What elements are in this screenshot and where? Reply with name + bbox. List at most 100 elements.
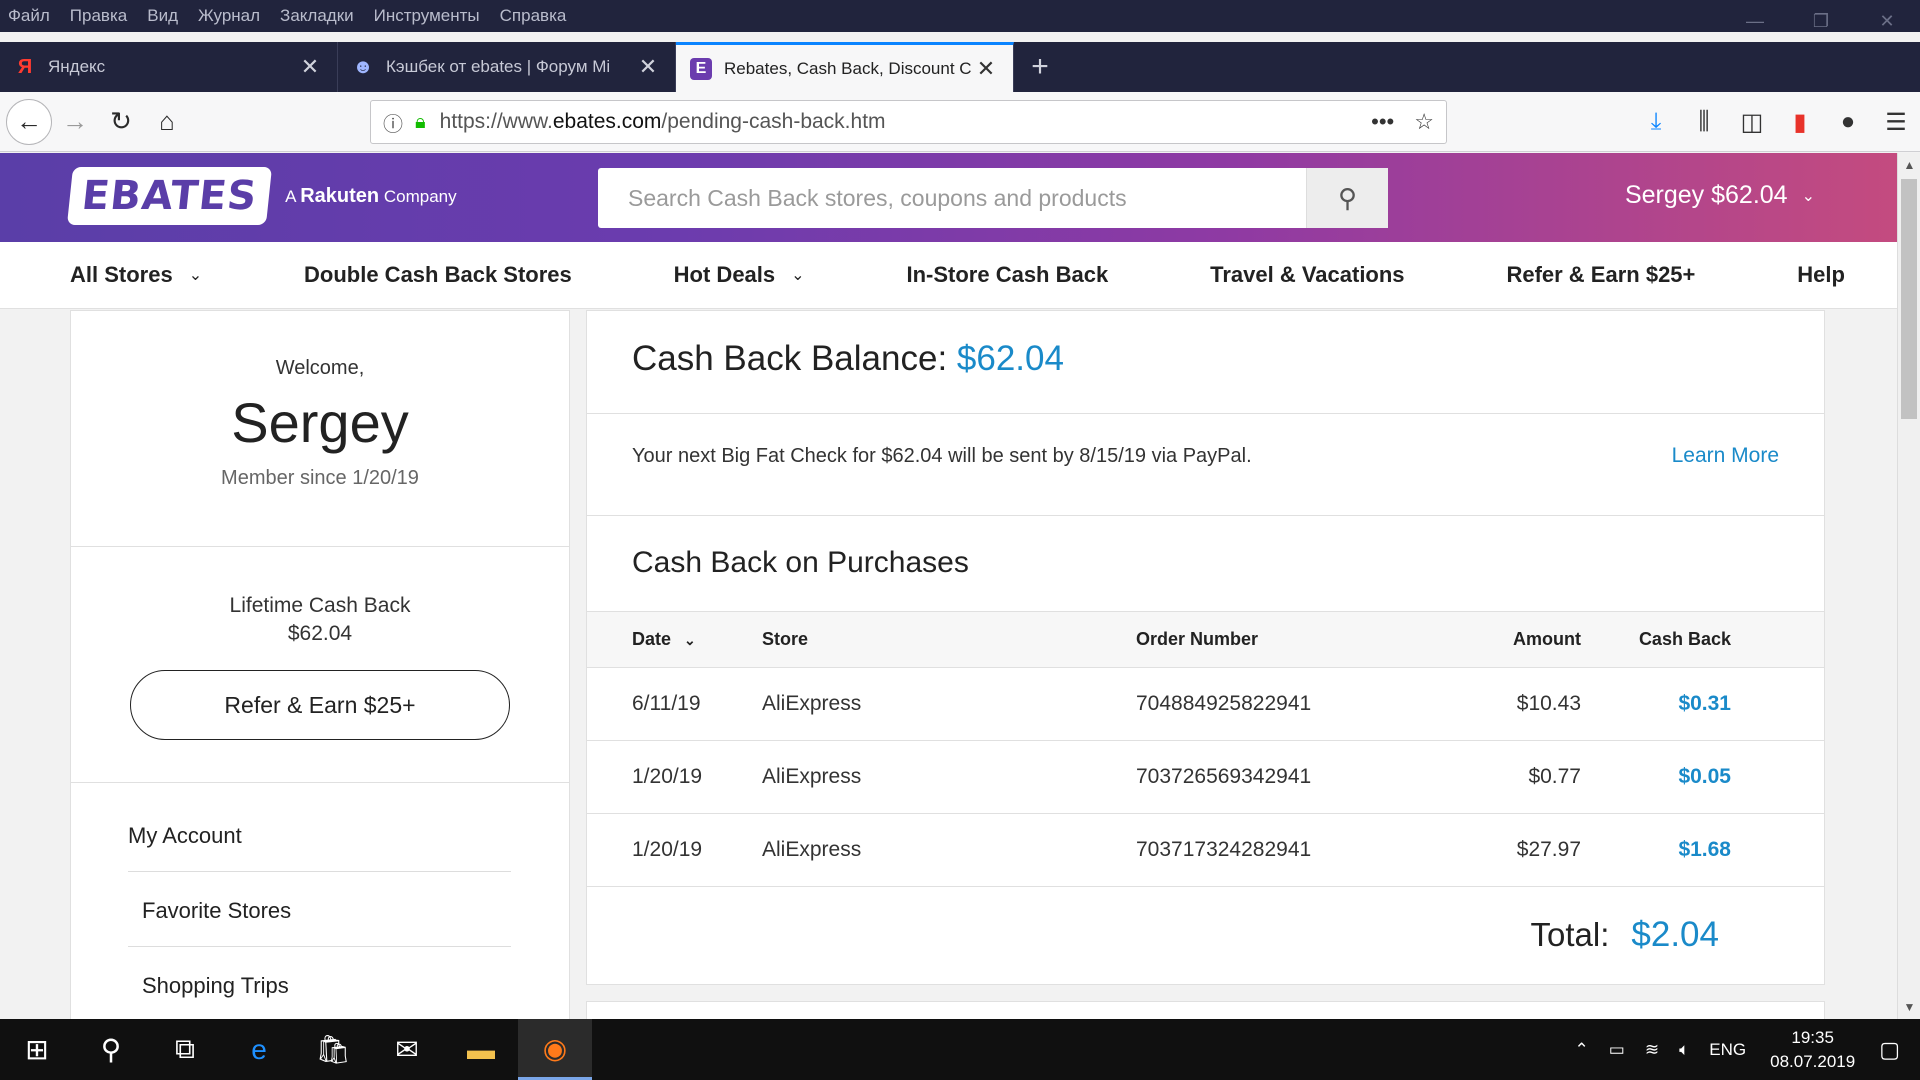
file-explorer-icon[interactable]: ▬: [444, 1019, 518, 1080]
scroll-down-icon[interactable]: ▼: [1898, 995, 1920, 1019]
scrollbar-thumb[interactable]: [1901, 179, 1917, 419]
language-indicator[interactable]: ENG: [1709, 1040, 1746, 1060]
edge-icon[interactable]: e: [222, 1019, 296, 1080]
bookmark-flag-icon[interactable]: ▮: [1776, 108, 1824, 137]
nav-all-stores[interactable]: All Stores ⌄: [70, 262, 202, 288]
scroll-up-icon[interactable]: ▲: [1898, 153, 1920, 177]
close-tab-icon[interactable]: ✕: [973, 56, 999, 82]
ebates-favicon-icon: E: [690, 57, 712, 80]
battery-icon[interactable]: ▭: [1609, 1040, 1625, 1060]
col-amount: Amount: [1513, 629, 1581, 649]
navigation-toolbar: ← → ↻ ⌂ ⓘ 🔒︎ https://www.ebates.com/pend…: [0, 92, 1920, 152]
total-value: $2.04: [1631, 915, 1719, 954]
chevron-down-icon: ⌄: [791, 267, 805, 284]
learn-more-link[interactable]: Learn More: [1672, 444, 1779, 468]
notifications-icon[interactable]: ▢: [1879, 1037, 1900, 1063]
home-button[interactable]: ⌂: [144, 99, 190, 145]
tab-ebates[interactable]: E Rebates, Cash Back, Discount C ✕: [676, 42, 1014, 92]
clock-time: 19:35: [1791, 1027, 1834, 1047]
info-icon[interactable]: ⓘ: [383, 108, 403, 137]
forward-button[interactable]: →: [52, 99, 98, 145]
nav-travel[interactable]: Travel & Vacations: [1210, 262, 1404, 288]
menu-edit[interactable]: Правка: [70, 6, 127, 26]
menu-view[interactable]: Вид: [147, 6, 178, 26]
user-menu[interactable]: Sergey $62.04 ⌄: [1625, 181, 1815, 210]
minimize-button[interactable]: —: [1722, 0, 1788, 42]
row-order: 704884925822941: [1136, 692, 1312, 715]
restore-button[interactable]: ❐: [1788, 0, 1854, 42]
row-store: AliExpress: [762, 692, 862, 715]
site-header: EBATES A Rakuten Company ⚲ Sergey $62.04…: [0, 153, 1897, 242]
user-balance: Sergey $62.04: [1624, 181, 1788, 209]
search-icon[interactable]: ⚲: [74, 1019, 148, 1080]
refer-earn-button[interactable]: Refer & Earn $25+: [130, 670, 510, 740]
clock-date: 08.07.2019: [1770, 1051, 1856, 1071]
ebates-logo[interactable]: EBATES A Rakuten Company: [66, 167, 457, 225]
nav-double-cash-back[interactable]: Double Cash Back Stores: [304, 262, 572, 288]
page-actions-icon[interactable]: •••: [1371, 109, 1394, 135]
mail-icon[interactable]: ✉: [370, 1019, 444, 1080]
close-tab-icon[interactable]: ✕: [297, 54, 323, 80]
sidebar-icon[interactable]: ◫: [1728, 108, 1776, 137]
windows-taskbar: ⊞ ⚲ ⧉ e 🛍︎ ✉ ▬ ◉ ⌃ ▭ ≋ 🔈︎ ENG 19:35 08.0…: [0, 1019, 1920, 1080]
bookmark-star-icon[interactable]: ☆: [1414, 109, 1434, 135]
link-my-account[interactable]: My Account: [128, 823, 511, 872]
row-cashback[interactable]: $1.68: [1581, 838, 1731, 862]
page-scrollbar[interactable]: ▲ ▼: [1897, 153, 1920, 1019]
chevron-down-icon: ⌄: [1801, 187, 1815, 205]
tab-label: Rebates, Cash Back, Discount C: [724, 58, 972, 78]
row-order: 703717324282941: [1136, 838, 1312, 861]
store-icon[interactable]: 🛍︎: [296, 1019, 370, 1080]
close-window-button[interactable]: ✕: [1854, 0, 1920, 42]
clock[interactable]: 19:35 08.07.2019: [1770, 1026, 1855, 1074]
nav-in-store[interactable]: In-Store Cash Back: [906, 262, 1108, 288]
account-icon[interactable]: ●: [1824, 108, 1872, 136]
download-icon[interactable]: ⤓: [1632, 108, 1680, 136]
tab-yandex[interactable]: Я Яндекс ✕: [0, 42, 338, 92]
nav-help[interactable]: Help: [1797, 262, 1845, 288]
address-bar[interactable]: ⓘ 🔒︎ https://www.ebates.com/pending-cash…: [370, 100, 1447, 144]
welcome-label: Welcome,: [275, 357, 365, 379]
web-page: EBATES A Rakuten Company ⚲ Sergey $62.04…: [0, 153, 1897, 1019]
volume-icon[interactable]: 🔈︎: [1679, 1040, 1689, 1060]
balance-amount: $62.04: [956, 339, 1064, 378]
lock-icon: 🔒︎: [415, 110, 426, 133]
tab-forum[interactable]: ☻ Кэшбек от ebates | Форум Mi ✕: [338, 42, 676, 92]
wifi-icon[interactable]: ≋: [1645, 1040, 1659, 1060]
category-nav: All Stores ⌄ Double Cash Back Stores Hot …: [0, 242, 1897, 309]
yandex-icon: Я: [17, 55, 33, 78]
firefox-icon[interactable]: ◉: [518, 1019, 592, 1080]
link-shopping-trips[interactable]: Shopping Trips: [128, 947, 511, 1019]
row-cashback[interactable]: $0.05: [1581, 765, 1731, 789]
account-sidebar: Welcome, Sergey Member since 1/20/19 Lif…: [70, 310, 570, 1019]
menu-file[interactable]: Файл: [8, 6, 50, 26]
search-input[interactable]: [598, 168, 1306, 228]
hamburger-menu-icon[interactable]: ☰: [1872, 108, 1920, 137]
user-name: Sergey: [231, 391, 409, 454]
purchases-total: Total: $2.04: [587, 887, 1824, 983]
col-store: Store: [762, 629, 809, 649]
menu-history[interactable]: Журнал: [198, 6, 260, 26]
menu-help[interactable]: Справка: [500, 6, 567, 26]
close-tab-icon[interactable]: ✕: [635, 54, 661, 80]
row-cashback[interactable]: $0.31: [1581, 692, 1731, 716]
nav-hot-deals[interactable]: Hot Deals ⌄: [674, 262, 805, 288]
chevron-up-icon[interactable]: ⌃: [1575, 1040, 1589, 1060]
menu-bookmarks[interactable]: Закладки: [280, 6, 354, 26]
logo-wordmark: EBATES: [66, 167, 273, 225]
back-button[interactable]: ←: [6, 98, 52, 145]
row-date: 1/20/19: [632, 765, 703, 788]
sort-by-date[interactable]: Date ⌄: [587, 629, 762, 650]
row-date: 6/11/19: [632, 692, 701, 715]
task-view-icon[interactable]: ⧉: [148, 1019, 222, 1080]
tab-label: Кэшбек от ebates | Форум Mi: [386, 57, 611, 76]
nav-refer-earn[interactable]: Refer & Earn $25+: [1506, 262, 1695, 288]
library-icon[interactable]: ⫼: [1680, 108, 1728, 136]
search-icon[interactable]: ⚲: [1306, 168, 1388, 228]
reload-button[interactable]: ↻: [98, 99, 144, 145]
menu-tools[interactable]: Инструменты: [374, 6, 480, 26]
link-favorite-stores[interactable]: Favorite Stores: [128, 872, 511, 947]
window-controls: — ❐ ✕: [1722, 0, 1920, 42]
new-tab-button[interactable]: +: [1014, 42, 1066, 92]
windows-start-icon[interactable]: ⊞: [0, 1019, 74, 1080]
